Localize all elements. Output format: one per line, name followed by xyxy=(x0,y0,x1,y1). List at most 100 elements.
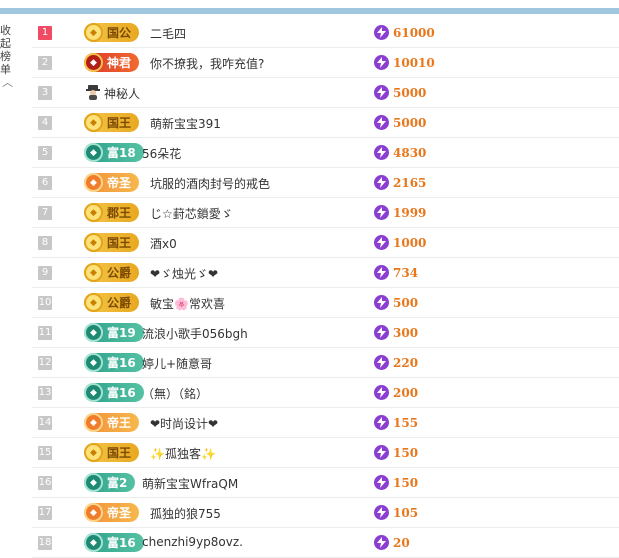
amount-value: 61000 xyxy=(393,25,435,40)
badge-emblem-icon: ◆ xyxy=(84,353,103,372)
username[interactable]: chenzhi9yp8ovz. xyxy=(142,535,243,549)
username[interactable]: ✨孤独客✨ xyxy=(150,445,216,462)
rank-level-badge: ◆ 公爵 xyxy=(84,293,140,312)
ranking-row[interactable]: 5 ◆ 富18 56朵花 4830 xyxy=(32,138,619,168)
username[interactable]: （無）（銘） xyxy=(142,385,208,402)
ranking-row[interactable]: 18 ◆ 富16 chenzhi9yp8ovz. 20 xyxy=(32,528,619,558)
amount-value: 300 xyxy=(393,325,419,340)
lightning-coin-icon xyxy=(374,265,389,280)
collapse-ranking-toggle[interactable]: 收起 榜单 ︿ xyxy=(0,24,20,89)
username[interactable]: 萌新宝宝391 xyxy=(150,115,221,132)
rank-number: 5 xyxy=(38,146,52,160)
gift-amount: 105 xyxy=(374,504,418,521)
rank-number: 14 xyxy=(38,416,52,430)
ranking-row[interactable]: 11 ◆ 富19 流浪小歌手056bgh 300 xyxy=(32,318,619,348)
amount-value: 500 xyxy=(393,295,419,310)
gift-amount: 150 xyxy=(374,444,418,461)
amount-value: 4830 xyxy=(393,145,427,160)
badge-label: 神君 xyxy=(107,56,132,70)
ranking-row[interactable]: 4 ◆ 国王 萌新宝宝391 5000 xyxy=(32,108,619,138)
amount-value: 1999 xyxy=(393,205,427,220)
ranking-row[interactable]: 15 ◆ 国王 ✨孤独客✨ 150 xyxy=(32,438,619,468)
gift-amount: 150 xyxy=(374,474,418,491)
lightning-coin-icon xyxy=(374,325,389,340)
amount-value: 220 xyxy=(393,355,419,370)
ranking-row[interactable]: 10 ◆ 公爵 敏宝🌸常欢喜 500 xyxy=(32,288,619,318)
badge-emblem-icon: ◆ xyxy=(84,233,103,252)
username[interactable]: 56朵花 xyxy=(142,145,181,162)
rank-number: 18 xyxy=(38,536,52,550)
rank-level-badge: ◆ 公爵 xyxy=(84,263,140,282)
username[interactable]: 敏宝🌸常欢喜 xyxy=(150,295,225,312)
username[interactable]: 你不撩我，我咋充值? xyxy=(150,55,264,72)
rank-number: 2 xyxy=(38,56,52,70)
ranking-row[interactable]: 7 ◆ 郡王 じ☆葑芯鎖愛ゞ 1999 xyxy=(32,198,619,228)
username[interactable]: 坑服的酒肉封号的戒色 xyxy=(150,175,270,192)
ranking-row[interactable]: 12 ◆ 富16 婷儿+随意哥 220 xyxy=(32,348,619,378)
rank-level-badge: ◆ 帝圣 xyxy=(84,173,140,192)
lightning-coin-icon xyxy=(374,295,389,310)
ranking-row[interactable]: 14 ◆ 帝王 ❤时尚设计❤ 155 xyxy=(32,408,619,438)
lightning-coin-icon xyxy=(374,415,389,430)
ranking-row[interactable]: 1 ◆ 国公 二毛四 61000 xyxy=(32,18,619,48)
badge-emblem-icon: ◆ xyxy=(84,143,103,162)
badge-emblem-icon: ◆ xyxy=(84,383,103,402)
username[interactable]: 孤独的狼755 xyxy=(150,505,221,522)
badge-label: 郡王 xyxy=(107,206,132,220)
lightning-coin-icon xyxy=(374,55,389,70)
username[interactable]: ❤时尚设计❤ xyxy=(150,415,218,432)
gift-amount: 500 xyxy=(374,294,418,311)
gift-amount: 155 xyxy=(374,414,418,431)
username[interactable]: 二毛四 xyxy=(150,25,186,42)
badge-emblem-icon: ◆ xyxy=(84,323,103,342)
rank-level-badge: ◆ 富16 xyxy=(84,533,144,552)
lightning-coin-icon xyxy=(374,445,389,460)
rank-number: 1 xyxy=(38,26,52,40)
username[interactable]: 萌新宝宝WfraQM xyxy=(142,475,238,492)
badge-emblem-icon: ◆ xyxy=(84,23,103,42)
ranking-row[interactable]: 17 ◆ 帝圣 孤独的狼755 105 xyxy=(32,498,619,528)
amount-value: 1000 xyxy=(393,235,427,250)
amount-value: 200 xyxy=(393,385,419,400)
ranking-row[interactable]: 6 ◆ 帝圣 坑服的酒肉封号的戒色 2165 xyxy=(32,168,619,198)
ranking-row[interactable]: 2 ◆ 神君 你不撩我，我咋充值? 10010 xyxy=(32,48,619,78)
username[interactable]: 酒x0 xyxy=(150,235,177,252)
badge-emblem-icon: ◆ xyxy=(84,413,103,432)
lightning-coin-icon xyxy=(374,475,389,490)
amount-value: 150 xyxy=(393,475,419,490)
badge-label: 帝王 xyxy=(107,416,132,430)
amount-value: 734 xyxy=(393,265,419,280)
gift-amount: 5000 xyxy=(374,84,426,101)
rank-number: 3 xyxy=(38,86,52,100)
ranking-row[interactable]: 13 ◆ 富16 （無）（銘） 200 xyxy=(32,378,619,408)
username[interactable]: 婷儿+随意哥 xyxy=(142,355,212,372)
collapse-label-line2: 榜单 xyxy=(0,50,11,76)
username[interactable]: ❤ゞ烛光ゞ❤ xyxy=(150,265,218,282)
amount-value: 105 xyxy=(393,505,419,520)
rank-number: 10 xyxy=(38,296,52,310)
badge-emblem-icon: ◆ xyxy=(84,473,103,492)
amount-value: 2165 xyxy=(393,175,427,190)
ranking-row[interactable]: 16 ◆ 富2 萌新宝宝WfraQM 150 xyxy=(32,468,619,498)
amount-value: 5000 xyxy=(393,115,427,130)
username[interactable]: 流浪小歌手056bgh xyxy=(142,325,248,342)
badge-label: 国王 xyxy=(107,446,132,460)
lightning-coin-icon xyxy=(374,25,389,40)
rank-number: 6 xyxy=(38,176,52,190)
badge-emblem-icon: ◆ xyxy=(84,503,103,522)
badge-label: 帝圣 xyxy=(107,176,132,190)
ranking-row[interactable]: 8 ◆ 国王 酒x0 1000 xyxy=(32,228,619,258)
ranking-row[interactable]: 3 神秘人 5000 xyxy=(32,78,619,108)
lightning-coin-icon xyxy=(374,355,389,370)
badge-label: 国公 xyxy=(107,26,132,40)
gift-amount: 200 xyxy=(374,384,418,401)
rank-level-badge: ◆ 富19 xyxy=(84,323,144,342)
badge-emblem-icon: ◆ xyxy=(84,443,103,462)
username[interactable]: じ☆葑芯鎖愛ゞ xyxy=(150,205,233,222)
mystery-user-icon xyxy=(86,85,100,100)
collapse-label-line1: 收起 xyxy=(0,24,11,50)
top-accent-bar xyxy=(0,8,619,14)
ranking-row[interactable]: 9 ◆ 公爵 ❤ゞ烛光ゞ❤ 734 xyxy=(32,258,619,288)
badge-emblem-icon: ◆ xyxy=(84,203,103,222)
username[interactable]: 神秘人 xyxy=(104,85,140,102)
